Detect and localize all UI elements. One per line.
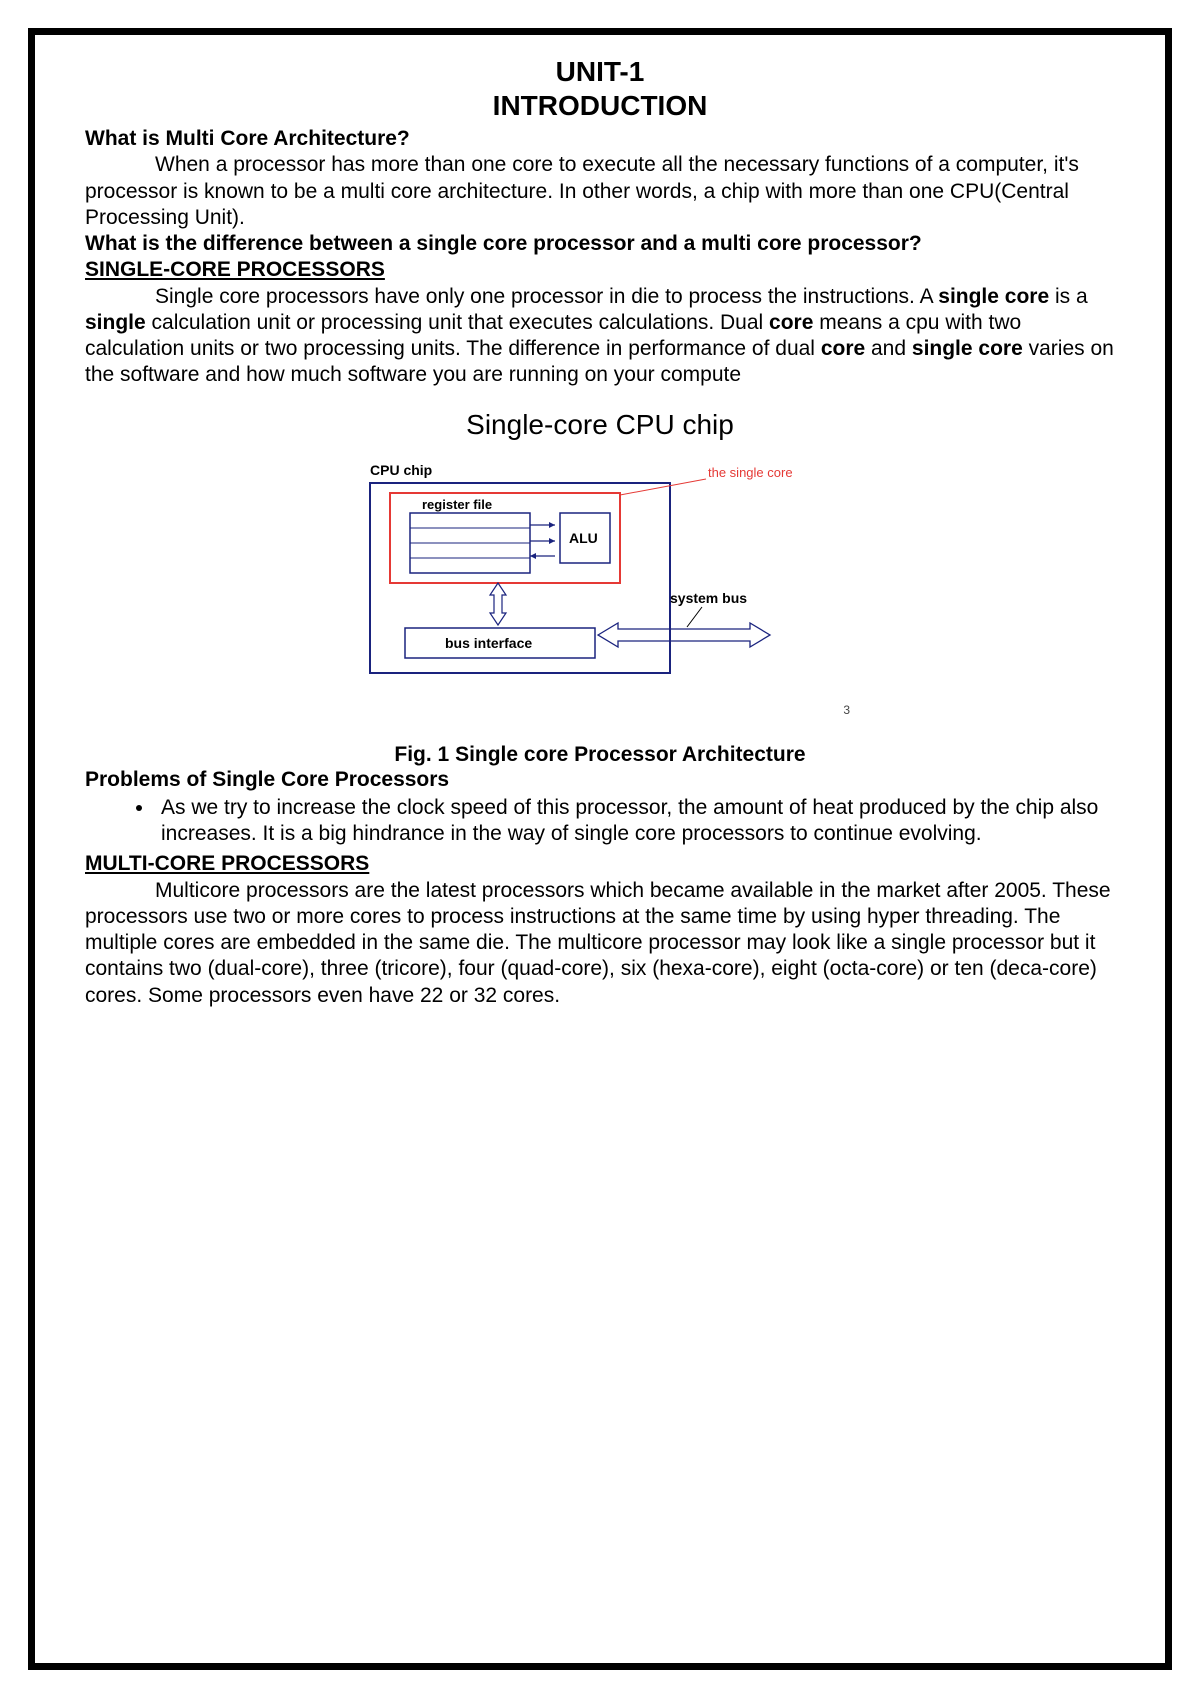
multi-core-paragraph: Multicore processors are the latest proc… [85,878,1115,1009]
figure-title: Single-core CPU chip [85,409,1115,441]
figure-caption: Fig. 1 Single core Processor Architectur… [85,743,1115,767]
single-core-diagram: CPU chip the single core register file A… [350,453,850,683]
bold-text: core [821,337,865,360]
bold-text: core [769,311,813,334]
single-core-paragraph: Single core processors have only one pro… [85,284,1115,389]
question-2-heading: What is the difference between a single … [85,231,1115,257]
question-1-answer: When a processor has more than one core … [85,152,1115,231]
problems-heading: Problems of Single Core Processors [85,767,1115,793]
page-border: UNIT-1 INTRODUCTION What is Multi Core A… [28,28,1172,1670]
system-bus-label: system bus [670,590,747,606]
page-title: INTRODUCTION [85,89,1115,123]
unit-label: UNIT-1 [85,55,1115,89]
text: calculation unit or processing unit that… [146,311,769,334]
text: and [865,337,912,360]
cpu-chip-label: CPU chip [370,462,432,478]
bold-text: single core [938,285,1049,308]
text: is a [1049,285,1088,308]
problems-list: As we try to increase the clock speed of… [85,795,1115,848]
register-file-label: register file [422,497,492,512]
bus-interface-label: bus interface [445,635,532,651]
figure-single-core: Single-core CPU chip CPU chip the single… [85,409,1115,767]
single-core-heading: SINGLE-CORE PROCESSORS [85,257,1115,283]
bold-text: single core [912,337,1023,360]
question-1-heading: What is Multi Core Architecture? [85,126,1115,152]
single-core-label: the single core [708,465,793,480]
bold-text: single [85,311,146,334]
alu-label: ALU [569,530,598,546]
problem-bullet: As we try to increase the clock speed of… [155,795,1115,848]
text: Single core processors have only one pro… [155,285,938,308]
multi-core-heading: MULTI-CORE PROCESSORS [85,851,1115,877]
figure-page-number: 3 [350,703,850,717]
